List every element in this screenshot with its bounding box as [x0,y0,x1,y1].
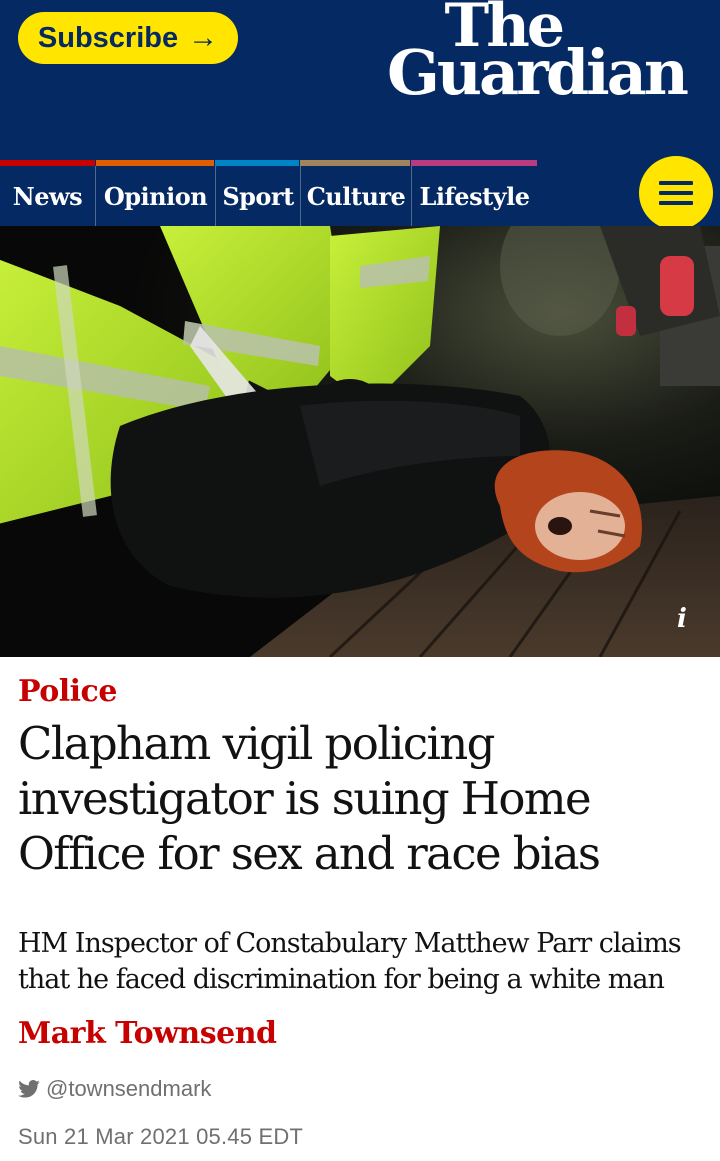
article-section-kicker[interactable]: Police [18,674,117,709]
hero-photo [0,226,720,657]
author-byline[interactable]: Mark Townsend [18,1016,277,1051]
twitter-handle: @townsendmark [46,1076,212,1101]
logo-line-guardian: Guardian [386,36,689,109]
twitter-icon [18,1080,40,1098]
nav-item-culture[interactable]: Culture [300,166,411,226]
pillar-nav: News Opinion Sport Culture Lifestyle [0,160,720,226]
article-standfirst: HM Inspector of Constabulary Matthew Par… [18,928,682,995]
author-twitter-link[interactable]: @townsendmark [18,1076,211,1102]
nav-item-lifestyle[interactable]: Lifestyle [411,166,537,226]
hamburger-menu-icon[interactable] [639,156,713,230]
image-info-icon[interactable]: i [670,604,694,634]
masthead: Subscribe → The Guardian [0,0,720,160]
guardian-logo[interactable]: The Guardian [366,0,689,110]
hero-image [0,226,720,657]
nav-item-sport[interactable]: Sport [215,166,300,226]
nav-item-opinion[interactable]: Opinion [95,166,215,226]
arrow-right-icon: → [188,21,219,54]
article-headline: Clapham vigil policing investigator is s… [18,717,601,880]
subscribe-label: Subscribe [37,21,179,54]
nav-item-news[interactable]: News [0,166,95,226]
publication-date: Sun 21 Mar 2021 05.45 EDT [18,1124,304,1149]
subscribe-button[interactable]: Subscribe → [18,12,238,64]
